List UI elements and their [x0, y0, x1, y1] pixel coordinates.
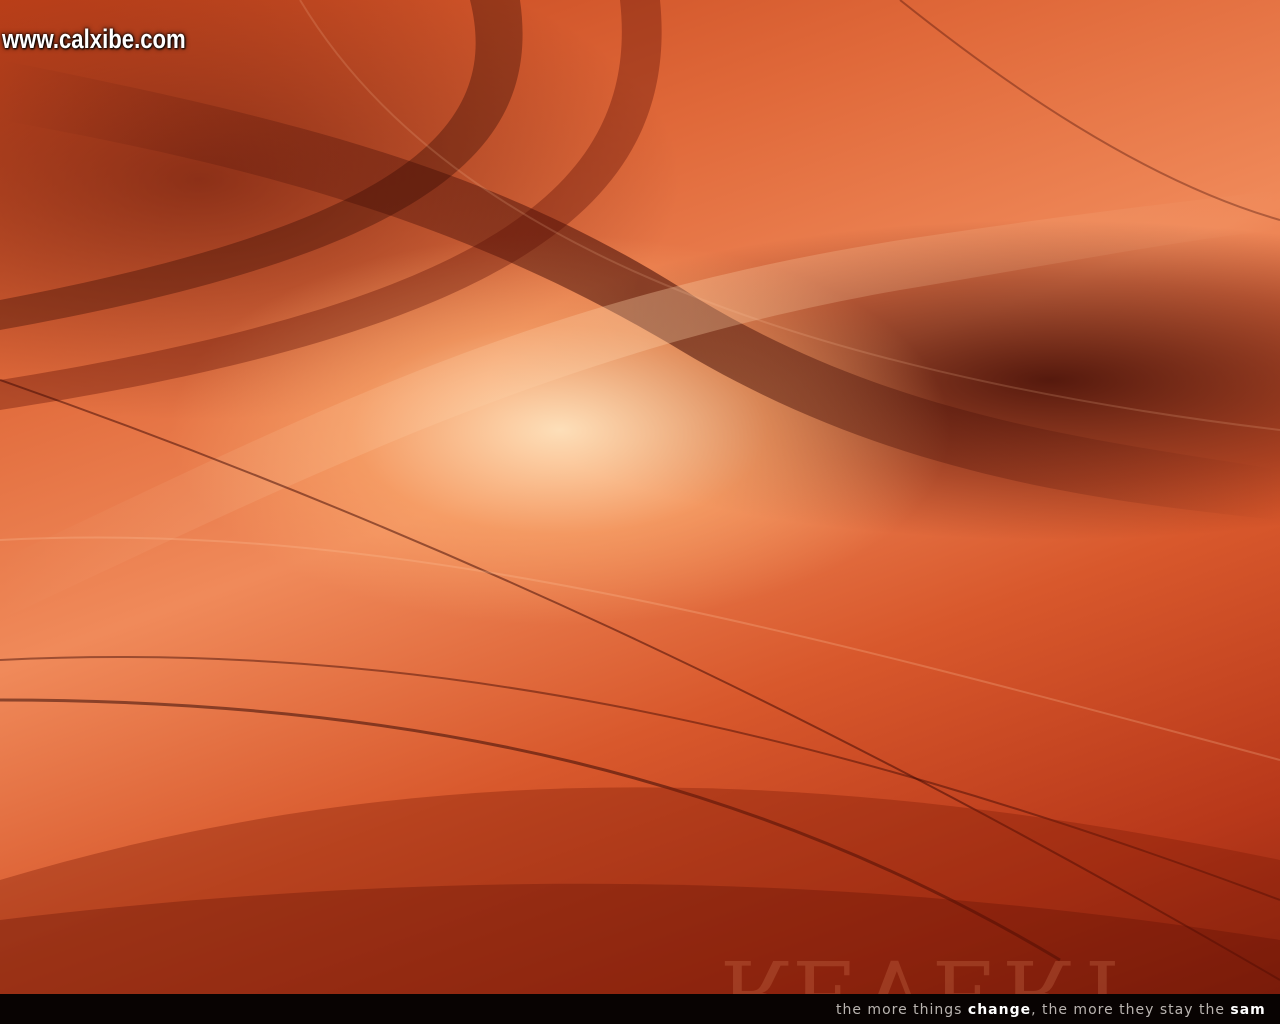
light-wave — [0, 190, 1280, 620]
wave-overlay — [0, 0, 1280, 994]
abstract-wallpaper: www.calxibe.com REVERT the more things c… — [0, 0, 1280, 1024]
line-wave — [899, 0, 1280, 221]
tagline-emphasis-end: sam — [1230, 1002, 1266, 1018]
tagline-part2: , the more they stay the — [1031, 1002, 1231, 1018]
line-wave — [0, 536, 1280, 761]
watermark-text: www.calxibe.com — [2, 24, 186, 54]
tagline-emphasis: change — [967, 1002, 1032, 1018]
tagline: the more things change, the more they st… — [836, 1002, 1266, 1018]
tagline-part1: the more things — [836, 1002, 968, 1018]
